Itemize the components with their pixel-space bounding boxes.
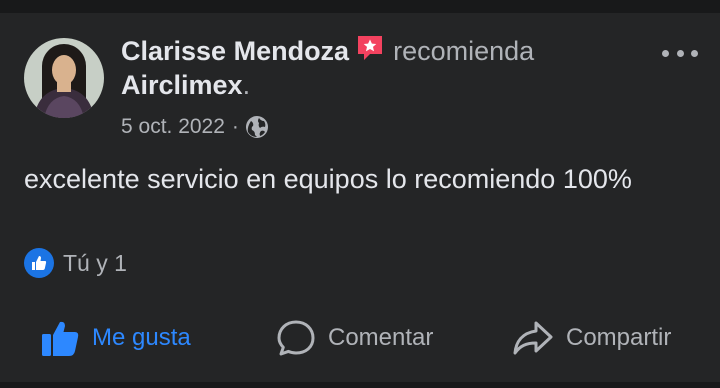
post-date[interactable]: 5 oct. 2022 [121,113,225,141]
post-body: excelente servicio en equipos lo recomie… [24,164,632,194]
page-line: Airclimex. [121,68,250,102]
like-button[interactable]: Me gusta [40,313,191,363]
comment-bubble-icon [277,320,315,356]
post-card: Clarisse Mendoza recomienda Airclimex. 5… [0,13,720,382]
like-label: Me gusta [92,324,191,351]
page-suffix: . [242,70,251,100]
share-button[interactable]: Compartir [512,313,671,363]
avatar[interactable] [24,38,104,118]
post-actions: Me gusta Comentar Compartir [0,313,720,363]
share-arrow-icon [513,321,553,355]
share-label: Compartir [566,324,672,351]
globe-icon[interactable] [245,115,269,139]
page-name[interactable]: Airclimex [121,70,243,100]
more-options-icon[interactable] [662,43,698,63]
recommend-verb: recomienda [393,36,535,66]
reactions-summary[interactable]: Tú y 1 [24,248,127,278]
comment-label: Comentar [328,324,434,351]
recommend-star-icon [355,33,385,71]
comment-button[interactable]: Comentar [276,313,433,363]
meta-separator: · [231,115,239,138]
post-header: Clarisse Mendoza recomienda [121,33,534,71]
reactions-text: Tú y 1 [63,249,127,276]
thumbs-up-icon [42,321,79,356]
author-name[interactable]: Clarisse Mendoza [121,36,349,66]
like-reaction-icon [24,248,54,278]
post-meta: 5 oct. 2022 · [121,113,269,141]
